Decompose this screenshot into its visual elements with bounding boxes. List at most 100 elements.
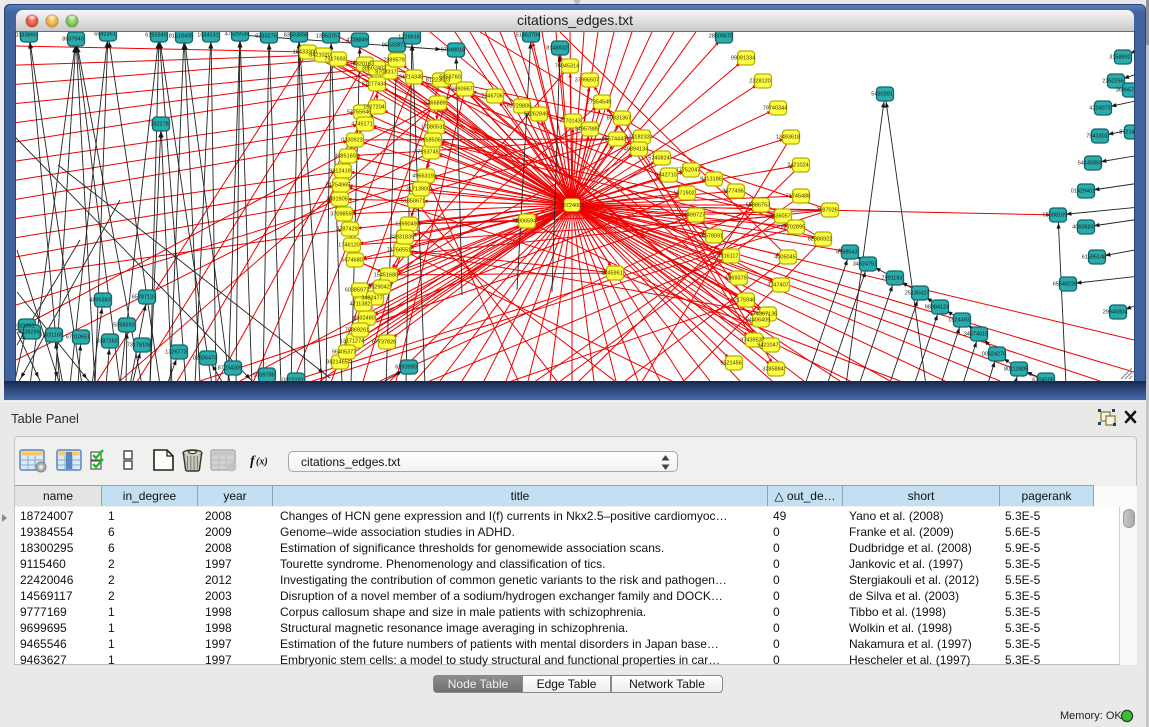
svg-text:4738299: 4738299 — [18, 330, 39, 336]
svg-text:25135427: 25135427 — [905, 291, 929, 297]
svg-text:7187026: 7187026 — [816, 208, 837, 214]
svg-text:(x): (x) — [256, 457, 268, 468]
svg-text:34714345: 34714345 — [399, 75, 423, 81]
svg-text:32931839: 32931839 — [390, 235, 414, 241]
svg-text:94406409: 94406409 — [746, 318, 770, 324]
svg-text:01429401: 01429401 — [1071, 189, 1095, 195]
svg-text:1226916: 1226916 — [398, 35, 419, 41]
svg-text:2421024: 2421024 — [787, 163, 808, 169]
svg-text:6193990: 6193990 — [395, 365, 416, 371]
svg-text:34957885: 34957885 — [575, 127, 599, 133]
svg-text:5674680: 5674680 — [341, 258, 362, 264]
svg-text:17080531: 17080531 — [421, 125, 445, 131]
svg-text:5009788: 5009788 — [253, 373, 274, 379]
svg-text:96532871: 96532871 — [382, 43, 406, 49]
svg-text:6658760: 6658760 — [439, 75, 460, 81]
svg-text:79740344: 79740344 — [763, 106, 787, 112]
svg-text:7770143: 7770143 — [559, 119, 580, 125]
svg-text:55886753: 55886753 — [746, 203, 770, 209]
svg-text:73178108: 73178108 — [127, 343, 151, 349]
svg-text:54145868: 54145868 — [1078, 161, 1102, 167]
svg-text:80831367: 80831367 — [607, 116, 631, 122]
svg-text:5430391: 5430391 — [871, 92, 892, 98]
svg-text:4896383: 4896383 — [89, 298, 110, 304]
svg-text:34624751: 34624751 — [853, 262, 877, 268]
svg-text:49894134: 49894134 — [624, 147, 648, 153]
svg-text:7991183: 7991183 — [881, 276, 902, 282]
svg-text:9636057: 9636057 — [769, 214, 790, 220]
svg-text:9912419: 9912419 — [329, 169, 350, 175]
svg-text:37631165: 37631165 — [39, 333, 63, 339]
svg-text:3518233: 3518233 — [628, 135, 649, 141]
svg-text:3285884: 3285884 — [762, 367, 783, 373]
svg-text:5158506: 5158506 — [419, 138, 440, 144]
svg-text:6690967: 6690967 — [451, 87, 472, 93]
svg-text:71746488: 71746488 — [786, 194, 810, 200]
svg-text:4060883: 4060883 — [1072, 225, 1093, 231]
svg-text:87234309: 87234309 — [218, 366, 242, 372]
svg-text:76945314: 76945314 — [555, 64, 579, 70]
svg-text:9413186: 9413186 — [700, 177, 721, 183]
svg-text:6155940: 6155940 — [145, 33, 166, 39]
svg-text:39502402: 39502402 — [362, 66, 386, 72]
svg-text:57262849: 57262849 — [524, 112, 548, 118]
svg-text:00524278: 00524278 — [982, 352, 1006, 358]
svg-text:4745171: 4745171 — [351, 122, 372, 128]
svg-text:77752047: 77752047 — [676, 168, 700, 174]
svg-text:2787429: 2787429 — [336, 227, 357, 233]
svg-text:7182278: 7182278 — [147, 122, 168, 128]
svg-text:7889579: 7889579 — [383, 58, 404, 64]
svg-text:8677496: 8677496 — [722, 189, 743, 195]
svg-text:67010651: 67010651 — [66, 335, 90, 341]
svg-text:55698169: 55698169 — [1043, 213, 1067, 219]
svg-text:51462704: 51462704 — [516, 33, 540, 39]
svg-text:97848018: 97848018 — [441, 48, 465, 54]
svg-text:62729806: 62729806 — [507, 104, 531, 110]
svg-text:1824493: 1824493 — [948, 318, 969, 324]
svg-text:4216073: 4216073 — [1089, 106, 1110, 112]
svg-text:1745961: 1745961 — [601, 271, 622, 277]
svg-text:9283276: 9283276 — [255, 34, 276, 40]
svg-text:1326773: 1326773 — [165, 350, 186, 356]
svg-text:6998543: 6998543 — [836, 250, 857, 256]
svg-text:51850671: 51850671 — [401, 199, 425, 205]
svg-text:9521456: 9521456 — [720, 361, 741, 367]
svg-text:4711382: 4711382 — [349, 302, 370, 308]
svg-text:62702895: 62702895 — [781, 225, 805, 231]
svg-text:3529042: 3529042 — [368, 285, 389, 291]
svg-text:36995777: 36995777 — [1116, 88, 1134, 94]
svg-text:96405377: 96405377 — [332, 350, 356, 356]
svg-text:7193745: 7193745 — [417, 150, 438, 156]
svg-text:83503056: 83503056 — [284, 33, 308, 39]
svg-text:04499727: 04499727 — [681, 213, 705, 219]
svg-text:6542351: 6542351 — [94, 32, 115, 38]
svg-text:87277434: 87277434 — [362, 82, 386, 88]
svg-text:3685160: 3685160 — [334, 154, 355, 160]
svg-text:1399049: 1399049 — [395, 222, 416, 228]
svg-text:18724007: 18724007 — [560, 203, 584, 209]
svg-text:47525534: 47525534 — [225, 32, 249, 38]
svg-text:4966319: 4966319 — [412, 174, 433, 180]
svg-text:7346706: 7346706 — [481, 94, 502, 100]
svg-text:81754965: 81754965 — [326, 183, 350, 189]
svg-text:65648236: 65648236 — [1053, 282, 1077, 288]
svg-text:13493618: 13493618 — [776, 135, 800, 141]
svg-text:27354549: 27354549 — [587, 100, 611, 106]
svg-text:1746120: 1746120 — [338, 243, 359, 249]
svg-text:3387262: 3387262 — [96, 339, 117, 345]
svg-text:34874016: 34874016 — [964, 332, 988, 338]
svg-text:5240824: 5240824 — [648, 156, 669, 162]
svg-text:53755646: 53755646 — [347, 110, 371, 116]
svg-text:65787133: 65787133 — [132, 295, 156, 301]
svg-text:1491905: 1491905 — [326, 197, 347, 203]
svg-text:1969379: 1969379 — [725, 276, 746, 282]
svg-text:61595148: 61595148 — [1082, 255, 1106, 261]
svg-text:1034131: 1034131 — [197, 33, 218, 39]
svg-text:4238849: 4238849 — [346, 38, 367, 44]
svg-text:62386922: 62386922 — [808, 237, 832, 243]
svg-text:1671902: 1671902 — [673, 191, 694, 197]
svg-text:31713900: 31713900 — [406, 187, 430, 193]
svg-text:9821465: 9821465 — [326, 360, 347, 366]
svg-text:82175946: 82175946 — [731, 298, 755, 304]
svg-text:0842710: 0842710 — [655, 173, 676, 179]
